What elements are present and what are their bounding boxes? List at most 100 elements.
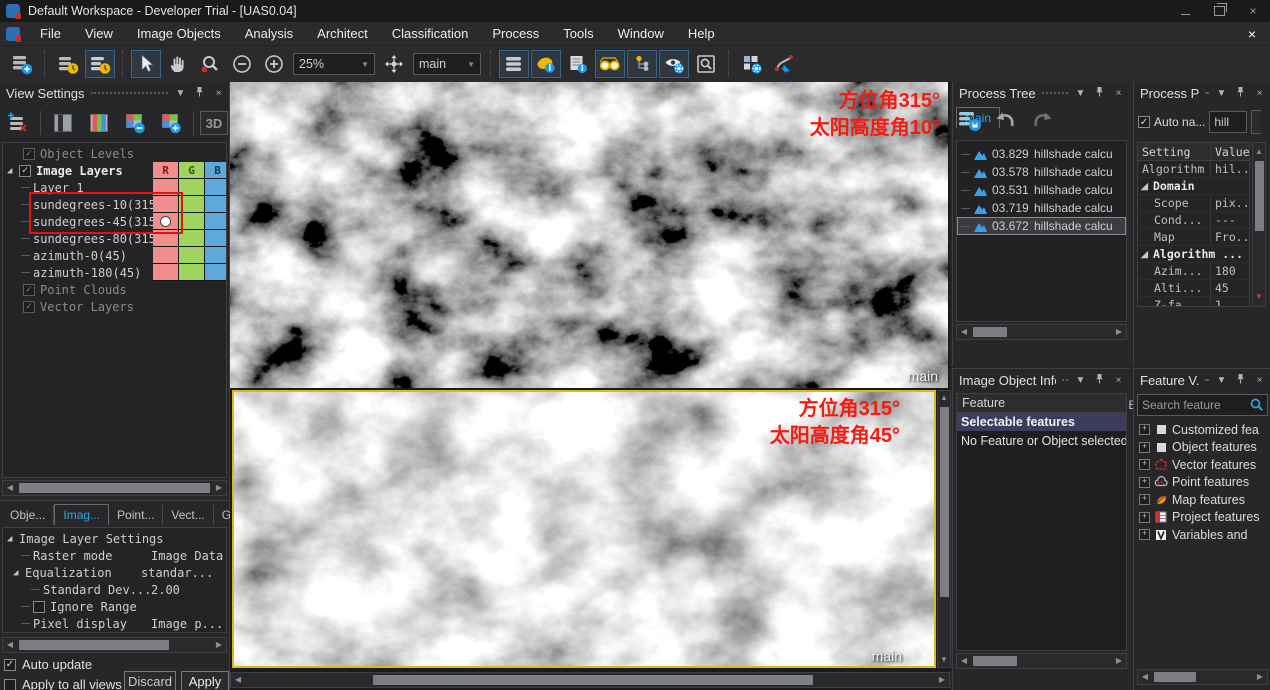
layer-channel-cell-g[interactable]: [179, 247, 205, 264]
scroll-thumb[interactable]: [973, 327, 1007, 337]
scroll-thumb[interactable]: [1255, 161, 1264, 231]
process-tree-item[interactable]: 03.829 hillshade calcu: [957, 145, 1126, 163]
drag-handle[interactable]: [1062, 379, 1068, 384]
scroll-up-icon[interactable]: ▲: [1252, 145, 1266, 159]
scroll-thumb[interactable]: [373, 675, 813, 685]
scroll-right-icon[interactable]: ▶: [1253, 670, 1267, 684]
view-settings-header[interactable]: View Settings ▼ ×: [0, 82, 229, 104]
ignore-range-checkbox[interactable]: [33, 601, 45, 613]
save-process-button[interactable]: [957, 108, 983, 137]
minimize-button[interactable]: [1168, 0, 1202, 22]
expand-icon[interactable]: +: [1139, 424, 1150, 435]
drag-handle[interactable]: [1042, 92, 1068, 97]
close-panel-icon[interactable]: ×: [1253, 375, 1266, 386]
edit-vector-button[interactable]: [769, 50, 799, 78]
checkbox[interactable]: ✓: [23, 301, 35, 313]
tab-vector[interactable]: Vect...: [163, 505, 213, 525]
process-tree-item-selected[interactable]: 03.672 hillshade calcu: [957, 217, 1126, 235]
v-scrollbar[interactable]: ▲ ▼: [1252, 142, 1266, 307]
property-row[interactable]: Alti...45: [1138, 280, 1249, 297]
property-row[interactable]: Azim...180: [1138, 263, 1249, 280]
checkbox[interactable]: ✓: [23, 284, 35, 296]
panel-menu-icon[interactable]: ▼: [1074, 88, 1087, 99]
tab-point[interactable]: Point...: [109, 505, 163, 525]
scroll-right-icon[interactable]: ▶: [1112, 325, 1126, 339]
scroll-down-icon[interactable]: ▼: [1252, 290, 1266, 304]
process-tree-item[interactable]: 03.719 hillshade calcu: [957, 199, 1126, 217]
layer-channel-cell-b[interactable]: [205, 247, 227, 264]
scroll-left-icon[interactable]: ◀: [957, 654, 971, 668]
close-panel-icon[interactable]: ×: [212, 88, 225, 99]
scroll-thumb[interactable]: [940, 407, 949, 597]
feature-group-map[interactable]: + Map features: [1137, 491, 1268, 509]
process-name-input[interactable]: [1209, 111, 1247, 133]
zoom-level-select[interactable]: 25% ▼: [293, 53, 375, 75]
expander-icon[interactable]: ◢: [1138, 181, 1153, 192]
insert-image-layer-button[interactable]: [7, 50, 37, 78]
expand-icon[interactable]: +: [1139, 442, 1150, 453]
search-input[interactable]: [1137, 394, 1268, 416]
scroll-right-icon[interactable]: ▶: [935, 673, 949, 687]
panel-menu-icon[interactable]: ▼: [174, 88, 187, 99]
pin-icon[interactable]: [1234, 86, 1247, 100]
remove-layer-button[interactable]: [120, 109, 150, 137]
tree-item-vector-layers[interactable]: ✓ Vector Layers: [3, 298, 226, 315]
layer-channel-cell-b[interactable]: [205, 196, 227, 213]
property-row[interactable]: Scopepix...: [1138, 195, 1249, 212]
menu-help[interactable]: Help: [676, 23, 727, 44]
panel-menu-icon[interactable]: ▼: [1215, 375, 1228, 386]
menu-process[interactable]: Process: [480, 23, 551, 44]
layer-channel-cell-b[interactable]: [205, 179, 227, 196]
discard-button[interactable]: Discard: [124, 671, 176, 690]
checkbox[interactable]: ✓: [19, 165, 31, 177]
pin-icon[interactable]: [1093, 86, 1106, 100]
scroll-left-icon[interactable]: ◀: [1138, 670, 1152, 684]
layers-history-button[interactable]: [53, 50, 83, 78]
tab-object[interactable]: Obje...: [2, 505, 54, 525]
zoom-in-button[interactable]: [259, 50, 289, 78]
redo-button[interactable]: [1029, 109, 1055, 136]
property-group-domain[interactable]: ◢Domain: [1138, 178, 1249, 195]
scroll-thumb[interactable]: [973, 656, 1017, 666]
scroll-left-icon[interactable]: ◀: [3, 481, 17, 495]
menu-classification[interactable]: Classification: [380, 23, 481, 44]
drag-handle[interactable]: [1205, 92, 1209, 97]
property-row[interactable]: Algorithmhil...: [1138, 161, 1249, 178]
image-layer-row[interactable]: azimuth-180(45): [3, 264, 226, 281]
menu-image-objects[interactable]: Image Objects: [125, 23, 233, 44]
process-tree-item[interactable]: 03.578 hillshade calcu: [957, 163, 1126, 181]
layer-channel-cell-b[interactable]: [205, 213, 227, 230]
restore-button[interactable]: [1202, 0, 1236, 22]
expand-icon[interactable]: +: [1139, 512, 1150, 523]
rgb-layer-button[interactable]: [84, 109, 114, 137]
view-layer-button[interactable]: [499, 50, 529, 78]
h-scrollbar[interactable]: ◀ ▶: [1137, 669, 1268, 685]
close-button[interactable]: ×: [1236, 0, 1270, 22]
pin-icon[interactable]: [1234, 373, 1247, 387]
feature-group-customized[interactable]: + Customized fea: [1137, 421, 1268, 439]
zoom-window-button[interactable]: [691, 50, 721, 78]
property-row[interactable]: Cond...---: [1138, 212, 1249, 229]
auto-update-checkbox[interactable]: ✓: [4, 659, 16, 671]
v-scrollbar[interactable]: ▲ ▼: [937, 390, 951, 668]
tree-item-image-layers[interactable]: ◢ ✓ Image Layers R G B: [3, 162, 226, 179]
layer-list-history-button[interactable]: [85, 50, 115, 78]
3d-view-button[interactable]: 3D: [200, 111, 228, 135]
process-tree-header[interactable]: Process Tree ▼ ×: [953, 82, 1129, 104]
process-tree-item[interactable]: 03.531 hillshade calcu: [957, 181, 1126, 199]
h-scrollbar[interactable]: ◀ ▶: [2, 480, 227, 496]
image-object-information-header[interactable]: Image Object Infor... ▼ ×: [953, 369, 1129, 391]
panel-menu-icon[interactable]: ▼: [1215, 88, 1228, 99]
layer-channel-cell-r[interactable]: [153, 264, 179, 281]
scroll-down-icon[interactable]: ▼: [937, 653, 951, 667]
auto-name-checkbox[interactable]: ✓: [1138, 116, 1150, 128]
layer-channel-cell-g[interactable]: [179, 264, 205, 281]
expander-icon[interactable]: ◢: [1138, 249, 1153, 260]
feature-group-project[interactable]: + Project features: [1137, 509, 1268, 527]
setting-row-stddev[interactable]: Standard Dev... 2.00: [3, 581, 226, 598]
h-scrollbar[interactable]: ◀ ▶: [2, 637, 227, 653]
property-group-algorithm[interactable]: ◢Algorithm ...: [1138, 246, 1249, 263]
image-object-information-button[interactable]: [531, 50, 561, 78]
close-panel-icon[interactable]: ×: [1112, 375, 1125, 386]
menu-file[interactable]: File: [28, 23, 73, 44]
